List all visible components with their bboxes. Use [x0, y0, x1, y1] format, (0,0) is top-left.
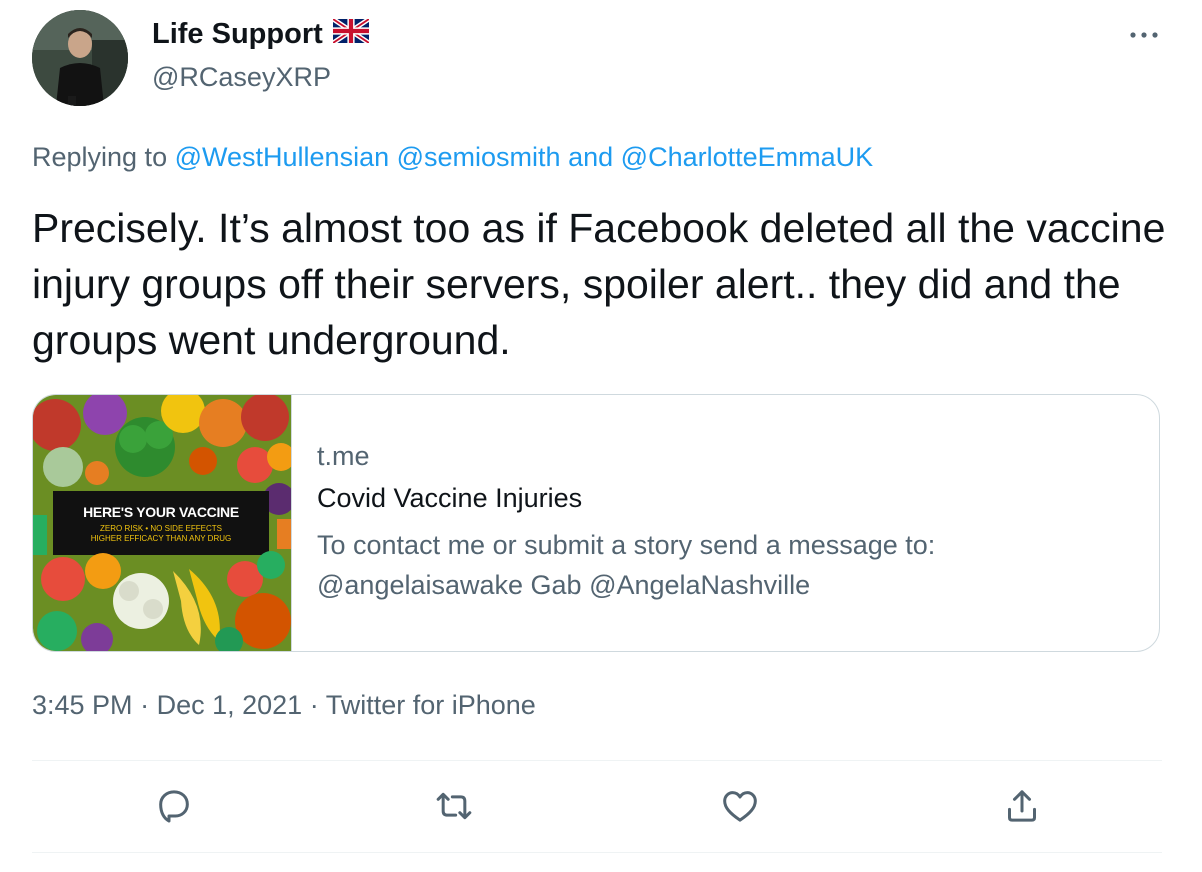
display-name[interactable]: Life Support [152, 17, 371, 51]
like-icon [720, 786, 760, 831]
replying-to: Replying to @WestHullensian @semiosmith … [32, 142, 873, 173]
tweet-meta: 3:45 PM · Dec 1, 2021 · Twitter for iPho… [32, 690, 536, 721]
card-description-line: To contact me or submit a story send a m… [317, 530, 936, 560]
action-bar [32, 778, 1162, 838]
meta-separator: · [309, 690, 319, 720]
card-domain: t.me [317, 441, 370, 471]
tweet-date[interactable]: Dec 1, 2021 [157, 690, 303, 720]
avatar[interactable] [32, 10, 128, 106]
display-name-text: Life Support [152, 18, 323, 50]
meta-separator: · [140, 690, 150, 720]
share-icon [1002, 786, 1042, 831]
handle[interactable]: @RCaseyXRP [152, 62, 331, 93]
tweet-text: Precisely. It’s almost too as if Faceboo… [32, 205, 1166, 363]
like-button[interactable] [716, 784, 764, 832]
divider [32, 852, 1162, 853]
link-card[interactable]: HERE'S YOUR VACCINE ZERO RISK • NO SIDE … [32, 394, 1160, 652]
card-body: t.me Covid Vaccine Injuries To contact m… [317, 441, 1139, 605]
retweet-button[interactable] [430, 784, 478, 832]
replying-prefix: Replying to [32, 142, 168, 172]
banner-headline: HERE'S YOUR VACCINE [83, 503, 239, 520]
mention-link[interactable]: @semiosmith [397, 142, 561, 172]
mention-conjunction[interactable]: and [568, 142, 613, 172]
share-button[interactable] [998, 784, 1046, 832]
mention-link[interactable]: @WestHullensian [175, 142, 390, 172]
card-title: Covid Vaccine Injuries [317, 483, 583, 513]
card-image: HERE'S YOUR VACCINE ZERO RISK • NO SIDE … [33, 395, 295, 651]
tweet-source[interactable]: Twitter for iPhone [326, 690, 536, 720]
reply-button[interactable] [150, 784, 198, 832]
more-options-icon[interactable] [1126, 20, 1162, 50]
uk-flag-icon [331, 17, 371, 51]
mention-link[interactable]: @CharlotteEmmaUK [621, 142, 873, 172]
reply-icon [154, 786, 194, 831]
card-description-line: @angelaisawake Gab @AngelaNashville [317, 570, 811, 600]
banner-line2: HIGHER EFFICACY THAN ANY DRUG [90, 533, 232, 543]
divider [32, 760, 1162, 761]
banner-line1: ZERO RISK • NO SIDE EFFECTS [100, 523, 222, 533]
tweet-time[interactable]: 3:45 PM [32, 690, 133, 720]
retweet-icon [434, 786, 474, 831]
card-description: To contact me or submit a story send a m… [317, 525, 1139, 605]
